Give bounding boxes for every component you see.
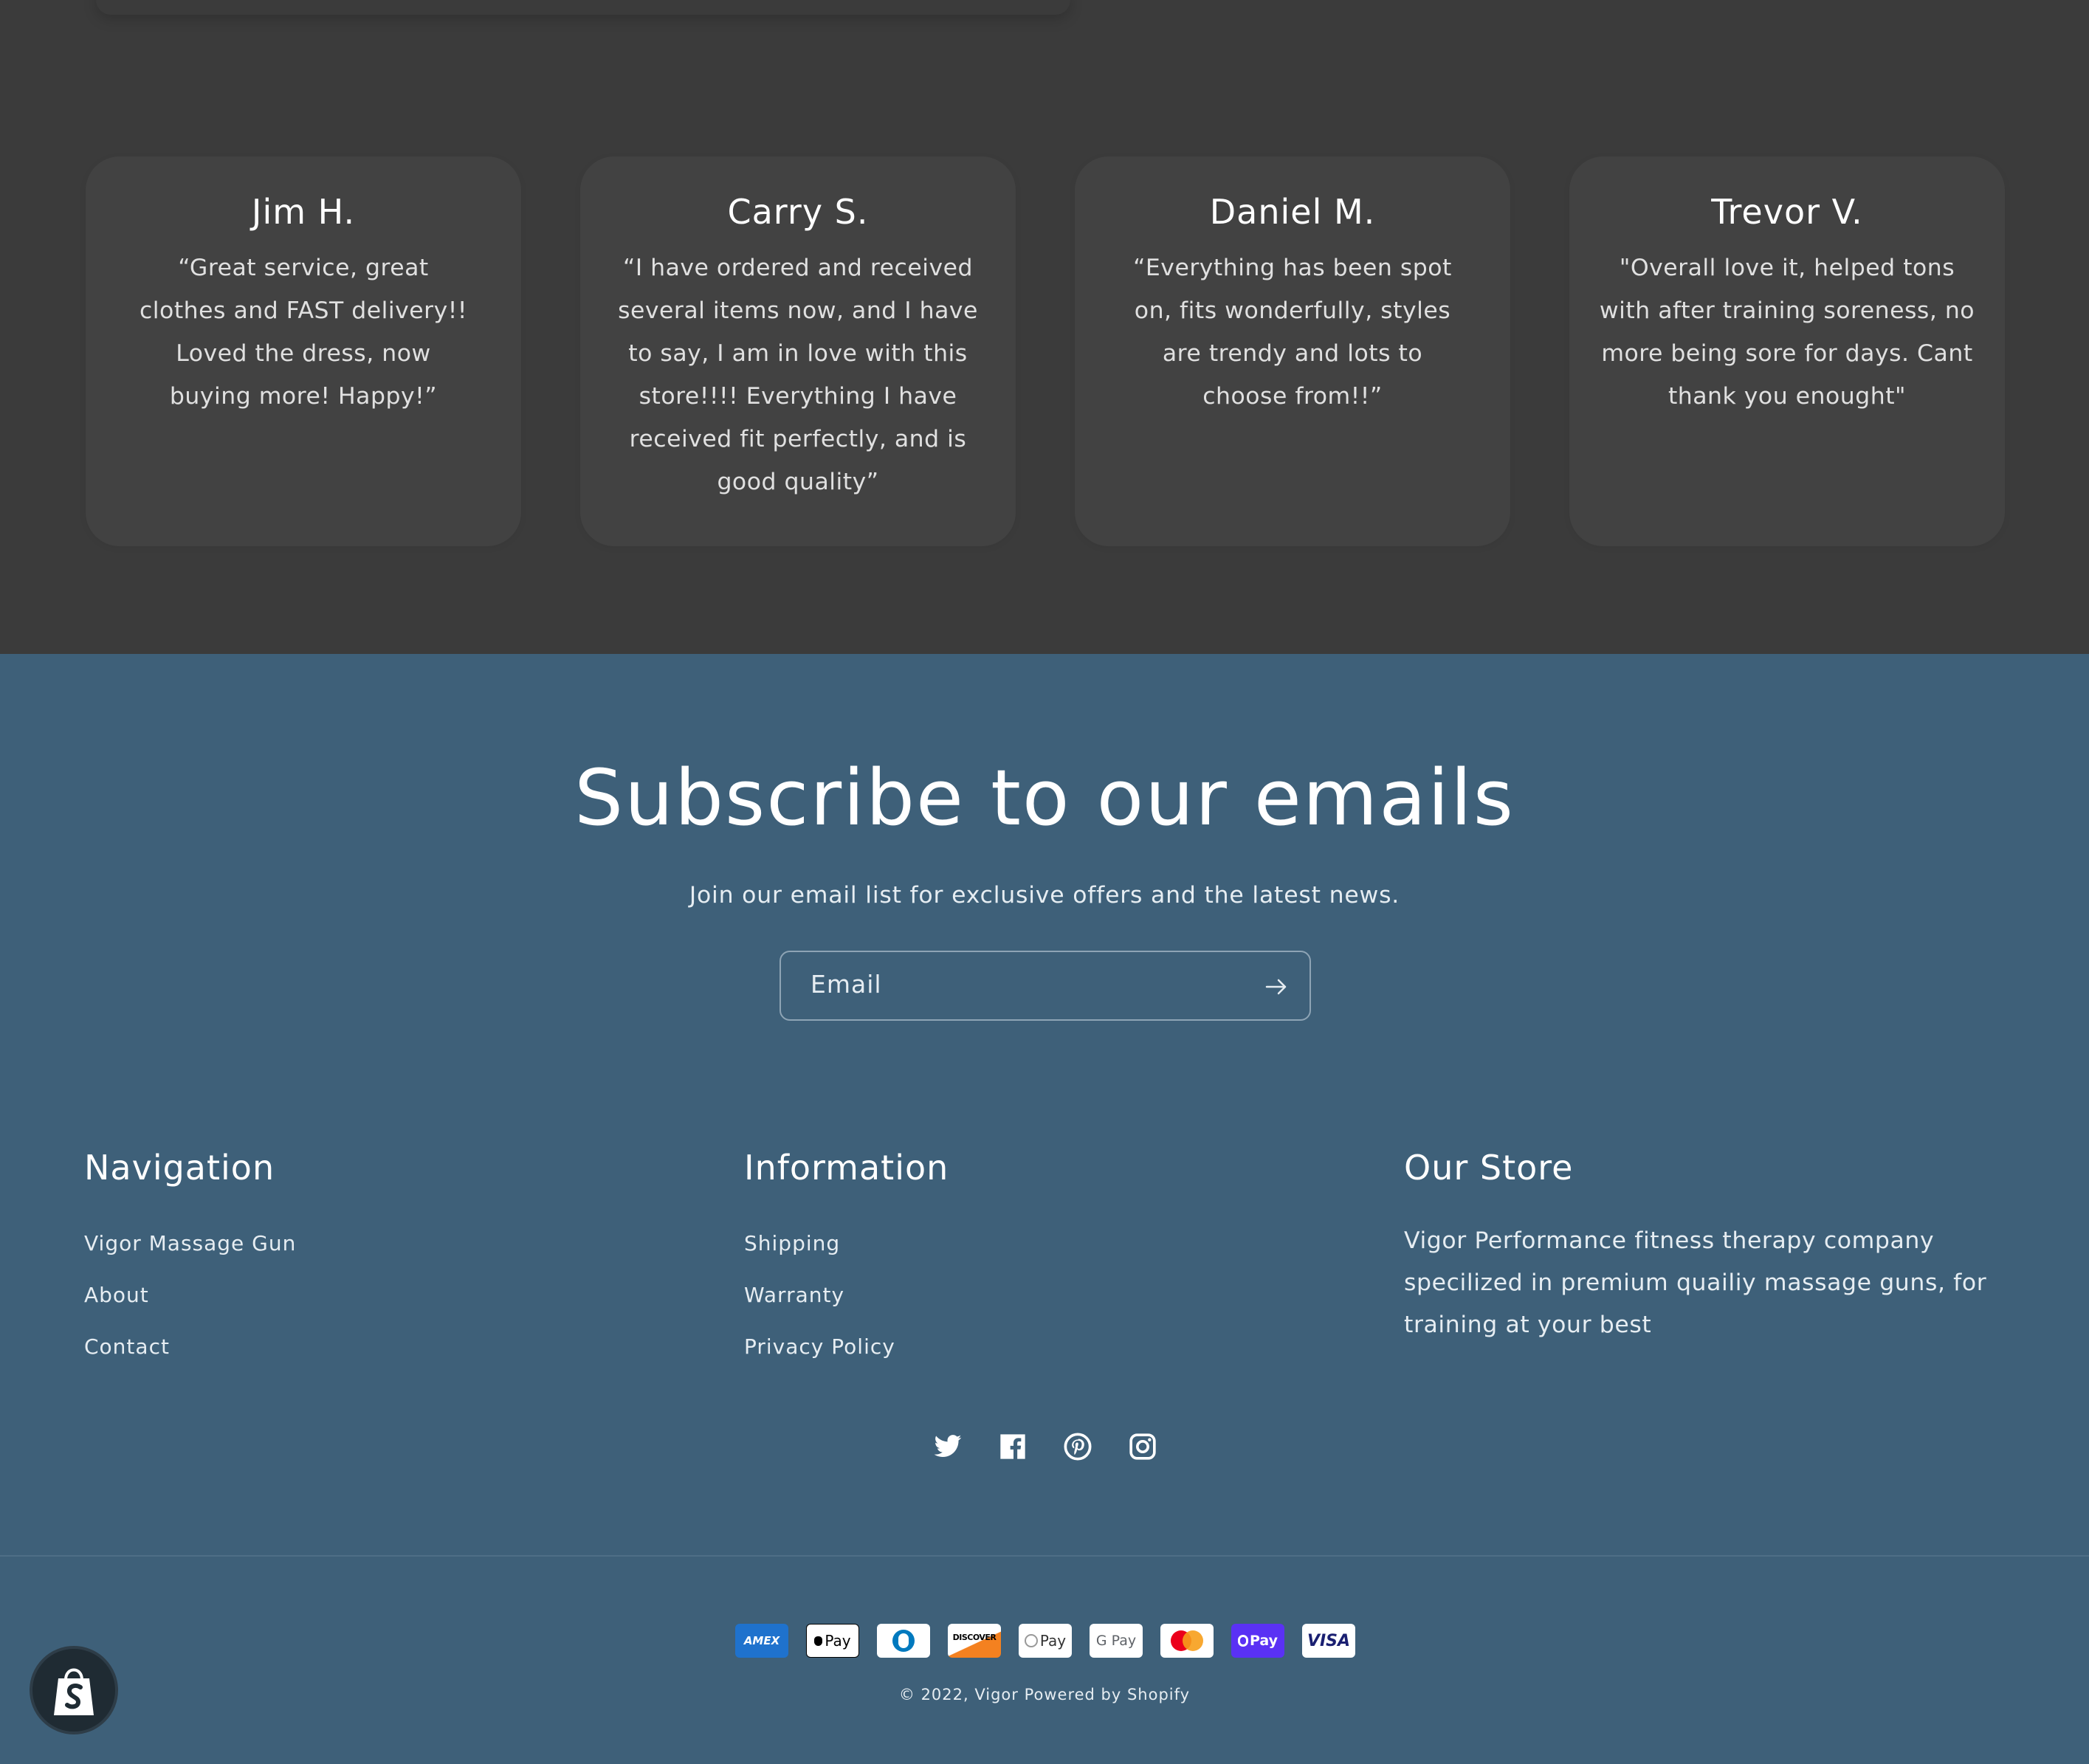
testimonial-quote: "Overall love it, helped tons with after…: [1599, 255, 1975, 410]
visa-icon: VISA: [1302, 1624, 1355, 1658]
opay-icon: Pay: [1231, 1624, 1284, 1658]
shop-pay-label: Pay: [1039, 1632, 1067, 1650]
twitter-icon[interactable]: [933, 1432, 963, 1461]
amex-icon: AMEX: [735, 1624, 788, 1658]
diners-logo: [892, 1630, 915, 1652]
footer-link-warranty[interactable]: Warranty: [744, 1283, 844, 1307]
testimonial-name: Daniel M.: [1209, 192, 1376, 232]
footer-link-privacy-policy[interactable]: Privacy Policy: [744, 1334, 895, 1359]
discover-icon: DISCOVER: [948, 1624, 1001, 1658]
opay-label: Pay: [1249, 1633, 1278, 1649]
testimonial-card: Trevor V. "Overall love it, helped tons …: [1569, 156, 2005, 546]
diners-logo-inner: [898, 1633, 909, 1648]
apple-logo-icon: [814, 1636, 823, 1646]
shopify-chat-button[interactable]: [30, 1646, 118, 1734]
email-placeholder: Email: [811, 970, 882, 999]
footer-link-shipping[interactable]: Shipping: [744, 1231, 840, 1255]
testimonial-name: Trevor V.: [1711, 192, 1863, 232]
instagram-icon[interactable]: [1128, 1432, 1157, 1461]
visa-label: VISA: [1307, 1631, 1351, 1650]
testimonial-quote: “I have ordered and received several ite…: [618, 255, 978, 495]
footer-divider: [0, 1555, 2089, 1557]
email-field[interactable]: Email: [779, 951, 1311, 1021]
copyright-text: © 2022, Vigor Powered by Shopify: [898, 1686, 1191, 1703]
testimonial-card: Carry S. “I have ordered and received se…: [580, 156, 1016, 546]
shop-pay-icon: Pay: [1019, 1624, 1072, 1658]
our-store-text: Vigor Performance fitness therapy compan…: [1404, 1227, 1987, 1338]
diners-club-icon: [877, 1624, 930, 1658]
pinterest-icon[interactable]: [1063, 1432, 1092, 1461]
shopify-bag-icon: [54, 1668, 94, 1715]
information-heading: Information: [744, 1148, 949, 1188]
apple-pay-label: Pay: [825, 1632, 851, 1650]
footer-link-massage-gun[interactable]: Vigor Massage Gun: [84, 1231, 296, 1255]
testimonial-name: Jim H.: [251, 192, 356, 232]
apple-pay-icon: Pay: [806, 1624, 859, 1658]
mastercard-icon: [1160, 1624, 1214, 1658]
subscribe-subtitle: Join our email list for exclusive offers…: [689, 882, 1400, 909]
footer-link-about[interactable]: About: [84, 1283, 149, 1307]
shop-pay-circle: [1024, 1634, 1038, 1647]
google-pay-label: G Pay: [1095, 1633, 1137, 1649]
testimonials-section: Jim H. “Great service, great clothes and…: [0, 0, 2089, 654]
testimonial-quote: “Everything has been spot on, fits wonde…: [1133, 255, 1452, 410]
footer-link-contact[interactable]: Contact: [84, 1334, 170, 1359]
amex-label: AMEX: [743, 1634, 780, 1647]
testimonial-quote: “Great service, great clothes and FAST d…: [139, 255, 467, 410]
previous-section-edge: [96, 0, 1070, 15]
navigation-heading: Navigation: [84, 1148, 275, 1188]
subscribe-title: Subscribe to our emails: [574, 753, 1515, 843]
discover-label: DISCOVER: [952, 1632, 997, 1642]
opay-circle: [1237, 1635, 1248, 1647]
google-pay-icon: G Pay: [1090, 1624, 1143, 1658]
facebook-icon[interactable]: [998, 1432, 1028, 1461]
arrow-right-icon[interactable]: [1264, 974, 1289, 999]
mastercard-yellow-circle: [1183, 1630, 1203, 1651]
testimonial-card: Daniel M. “Everything has been spot on, …: [1075, 156, 1510, 546]
testimonial-card: Jim H. “Great service, great clothes and…: [86, 156, 521, 546]
our-store-heading: Our Store: [1404, 1148, 1574, 1188]
testimonial-name: Carry S.: [727, 192, 869, 232]
